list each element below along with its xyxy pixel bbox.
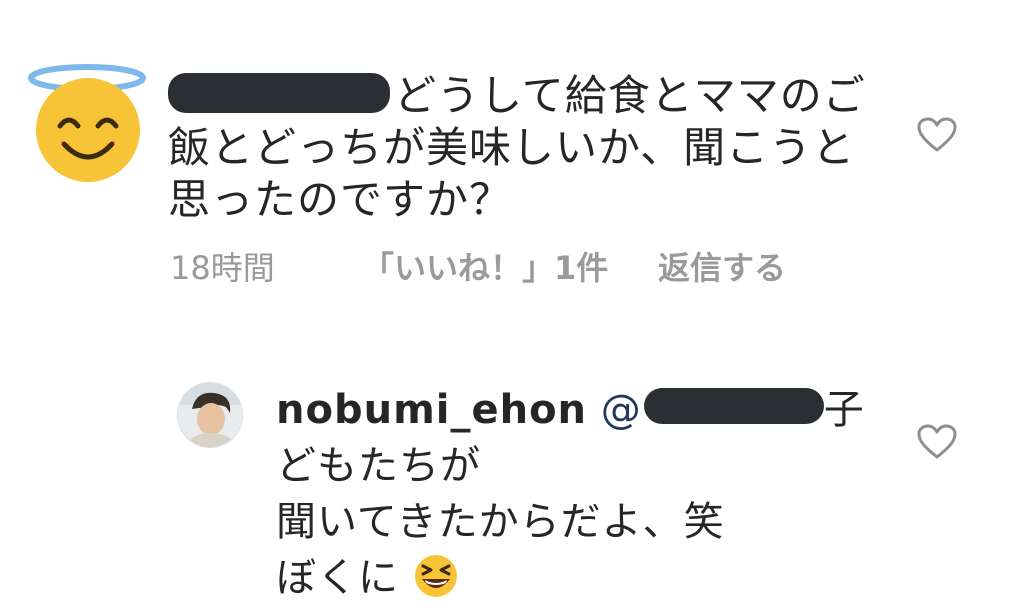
reply-text-line: 子 xyxy=(823,387,865,433)
redacted-username xyxy=(168,72,390,113)
avatar[interactable] xyxy=(177,382,243,448)
like-count-link[interactable]: 「いいね！」1件 xyxy=(362,248,658,288)
reply-username[interactable]: nobumi_ehon xyxy=(276,387,587,433)
reply-text-line: 聞いてきたからだよ、笑 xyxy=(276,499,725,545)
comment-text-line: どうして給食とママのご xyxy=(394,71,866,120)
grinning-squinting-face-icon xyxy=(414,555,457,597)
reply-body: nobumi_ehon @ 子 どもたちが 聞いてきたからだよ、笑 ぼくに xyxy=(276,382,876,606)
comment-timestamp: 18時間 xyxy=(170,249,275,287)
reply-button[interactable]: 返信する xyxy=(658,248,786,288)
profile-photo-icon xyxy=(178,383,242,447)
comment-body: どうして給食とママのご 飯とどっちが美味しいか、聞こうと 思ったのですか？ xyxy=(168,70,868,226)
heart-icon[interactable] xyxy=(917,117,957,153)
mention-prefix[interactable]: @ xyxy=(601,387,642,433)
comment-text-line: 飯とどっちが美味しいか、聞こうと xyxy=(168,123,856,172)
heart-icon[interactable] xyxy=(917,424,957,460)
comment-meta: 18時間 「いいね！」1件 返信する xyxy=(170,248,786,288)
smiling-face-with-halo-icon[interactable] xyxy=(26,62,148,184)
reply-text-line: ぼくに xyxy=(276,555,399,601)
redacted-mention xyxy=(643,388,824,424)
comment-thread: どうして給食とママのご 飯とどっちが美味しいか、聞こうと 思ったのですか？ 18… xyxy=(0,0,1024,613)
comment-text-line: 思ったのですか？ xyxy=(168,175,513,224)
reply-text-line: どもたちが xyxy=(276,443,481,489)
